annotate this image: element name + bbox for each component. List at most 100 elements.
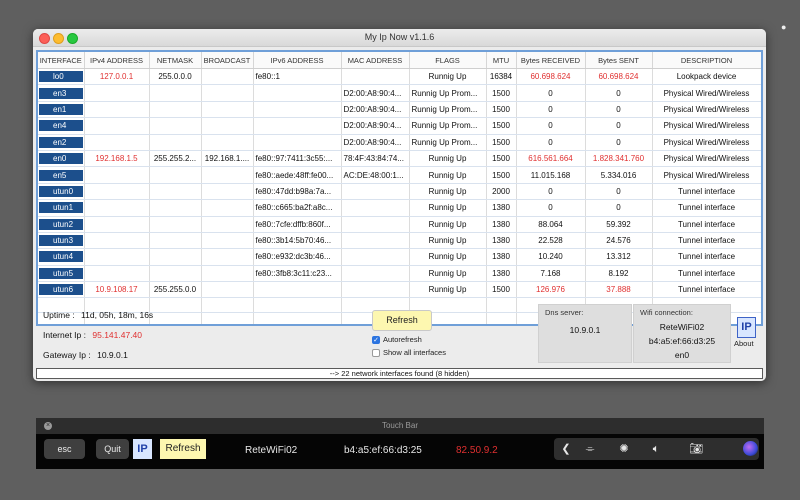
col-header-bytes-sent[interactable]: Bytes SENT xyxy=(585,52,653,69)
cell-flags[interactable]: Runnig Up Prom... xyxy=(409,101,487,119)
cell-bytes-received[interactable]: 0 xyxy=(516,117,586,135)
cell-netmask[interactable] xyxy=(149,232,202,250)
cell-ipv4[interactable] xyxy=(84,216,150,233)
cell-broadcast[interactable] xyxy=(201,134,254,151)
cell-ipv6[interactable]: fe80::c665:ba2f:a8c... xyxy=(253,199,342,217)
cell-bytes-sent[interactable]: 13.312 xyxy=(585,248,653,266)
cell-mac[interactable] xyxy=(341,232,410,250)
cell-bytes-received[interactable]: 11.015.168 xyxy=(516,166,586,184)
col-header-ipv4[interactable]: IPv4 ADDRESS xyxy=(84,52,150,69)
cell-flags[interactable]: Runnig Up xyxy=(409,68,487,86)
cell-bytes-sent[interactable]: 0 xyxy=(585,117,653,135)
touch-id-icon[interactable]: ⌯ xyxy=(578,438,602,460)
col-header-broadcast[interactable]: BROADCAST xyxy=(201,52,254,69)
cell-mtu[interactable]: 1500 xyxy=(486,134,517,151)
cell-ipv6[interactable]: fe80::3b14:5b70:46... xyxy=(253,232,342,250)
cell-mtu[interactable]: 16384 xyxy=(486,68,517,86)
cell-netmask[interactable] xyxy=(149,101,202,119)
checkmark-icon[interactable]: ✓ xyxy=(372,335,380,344)
refresh-button[interactable]: Refresh xyxy=(372,310,432,331)
cell-broadcast[interactable] xyxy=(201,101,254,119)
cell-mtu[interactable]: 1500 xyxy=(486,281,517,299)
table-row[interactable]: utun1 fe80::c665:ba2f:a8c... Runnig Up 1380… xyxy=(38,199,761,217)
cell-bytes-received[interactable]: 10.240 xyxy=(516,248,586,266)
cell-ipv4[interactable]: 127.0.0.1 xyxy=(84,68,150,86)
siri-icon[interactable] xyxy=(743,441,758,456)
table-row[interactable]: en1 D2:00:A8:90:4... Runnig Up Prom... 1500… xyxy=(38,101,761,119)
cell-description[interactable]: Tunnel interface xyxy=(652,281,761,299)
cell-bytes-received[interactable]: 7.168 xyxy=(516,265,586,283)
table-row[interactable]: en4 D2:00:A8:90:4... Runnig Up Prom... 1500… xyxy=(38,117,761,135)
table-row[interactable]: utun0 fe80::47dd:b98a:7a... Runnig Up 2000 0… xyxy=(38,183,761,201)
cell-ipv4[interactable]: 10.9.108.17 xyxy=(84,281,150,299)
cell-flags[interactable]: Runnig Up Prom... xyxy=(409,84,487,102)
cell-ipv4[interactable] xyxy=(84,134,150,151)
cell-bytes-sent[interactable]: 60.698.624 xyxy=(585,68,653,86)
cell-description[interactable]: Physical Wired/Wireless xyxy=(652,150,761,168)
cell-netmask[interactable]: 255.255.0.0 xyxy=(149,281,202,299)
cell-mtu[interactable]: 1500 xyxy=(486,101,517,119)
cell-bytes-received[interactable]: 60.698.624 xyxy=(516,68,586,86)
cell-ipv6[interactable] xyxy=(253,281,342,299)
cell-ipv6[interactable] xyxy=(253,101,342,119)
cell-interface[interactable]: utun5 xyxy=(38,265,85,283)
table-row[interactable]: en2 D2:00:A8:90:4... Runnig Up Prom... 1500… xyxy=(38,134,761,151)
autorefresh-checkbox[interactable]: ✓ Autorefresh xyxy=(372,335,422,344)
cell-flags[interactable]: Runnig Up xyxy=(409,232,487,250)
table-row[interactable]: en3 D2:00:A8:90:4... Runnig Up Prom... 1500… xyxy=(38,84,761,102)
cell-ipv4[interactable] xyxy=(84,166,150,184)
table-row[interactable]: utun3 fe80::3b14:5b70:46... Runnig Up 1380 2… xyxy=(38,232,761,250)
cell-mac[interactable]: D2:00:A8:90:4... xyxy=(341,101,410,119)
cell-bytes-sent[interactable]: 1.828.341.760 xyxy=(585,150,653,168)
cell-bytes-received[interactable]: 126.976 xyxy=(516,281,586,299)
cell-interface[interactable]: en1 xyxy=(38,101,85,119)
cell-interface[interactable]: en3 xyxy=(38,84,85,102)
cell-description[interactable]: Tunnel interface xyxy=(652,183,761,201)
cell-interface[interactable]: utun6 xyxy=(38,281,85,299)
cell-ipv4[interactable] xyxy=(84,101,150,119)
cell-flags[interactable]: Runnig Up xyxy=(409,281,487,299)
col-header-description[interactable]: DESCRIPTION xyxy=(652,52,761,69)
cell-flags[interactable]: Runnig Up xyxy=(409,265,487,283)
cell-mtu[interactable]: 2000 xyxy=(486,183,517,201)
col-header-mac[interactable]: MAC ADDRESS xyxy=(341,52,410,69)
cell-flags[interactable]: Runnig Up Prom... xyxy=(409,134,487,151)
cell-broadcast[interactable] xyxy=(201,232,254,250)
cell-bytes-received[interactable]: 0 xyxy=(516,134,586,151)
cell-broadcast[interactable] xyxy=(201,84,254,102)
cell-mtu[interactable]: 1500 xyxy=(486,84,517,102)
cell-netmask[interactable] xyxy=(149,183,202,201)
cell-interface[interactable]: utun4 xyxy=(38,248,85,266)
table-row[interactable]: utun2 fe80::7cfe:dffb:860f... Runnig Up 138… xyxy=(38,216,761,233)
cell-broadcast[interactable] xyxy=(201,216,254,233)
cell-broadcast[interactable]: 192.168.1.... xyxy=(201,150,254,168)
cell-bytes-sent[interactable]: 59.392 xyxy=(585,216,653,233)
cell-bytes-sent[interactable]: 0 xyxy=(585,84,653,102)
col-header-bytes-received[interactable]: Bytes RECEIVED xyxy=(516,52,586,69)
app-logo-icon[interactable]: IP xyxy=(133,439,152,459)
cell-bytes-received[interactable]: 616.561.664 xyxy=(516,150,586,168)
cell-netmask[interactable] xyxy=(149,134,202,151)
cell-mac[interactable] xyxy=(341,68,410,86)
cell-bytes-sent[interactable]: 24.576 xyxy=(585,232,653,250)
show-all-interfaces-checkbox[interactable]: Show all interfaces xyxy=(372,348,446,357)
cell-description[interactable]: Lookpack device xyxy=(652,68,761,86)
brightness-icon[interactable]: ✺ xyxy=(612,438,636,460)
cell-mtu[interactable]: 1380 xyxy=(486,248,517,266)
cell-bytes-sent[interactable]: 0 xyxy=(585,101,653,119)
cell-broadcast[interactable] xyxy=(201,117,254,135)
cell-mac[interactable]: D2:00:A8:90:4... xyxy=(341,134,410,151)
cell-description[interactable]: Tunnel interface xyxy=(652,265,761,283)
table-row[interactable]: en5 fe80::aede:48ff:fe00... AC:DE:48:00:1.… xyxy=(38,166,761,184)
table-row[interactable]: utun4 fe80::e932:dc3b:46... Runnig Up 1380 1… xyxy=(38,248,761,266)
cell-bytes-received[interactable]: 0 xyxy=(516,183,586,201)
cell-ipv4[interactable] xyxy=(84,183,150,201)
cell-netmask[interactable] xyxy=(149,84,202,102)
cell-mac[interactable] xyxy=(341,199,410,217)
touchbar-refresh-button[interactable]: Refresh xyxy=(160,439,206,459)
cell-netmask[interactable] xyxy=(149,199,202,217)
cell-description[interactable]: Physical Wired/Wireless xyxy=(652,84,761,102)
cell-mac[interactable]: 78:4F:43:84:74... xyxy=(341,150,410,168)
cell-mtu[interactable]: 1380 xyxy=(486,199,517,217)
cell-bytes-received[interactable]: 88.064 xyxy=(516,216,586,233)
